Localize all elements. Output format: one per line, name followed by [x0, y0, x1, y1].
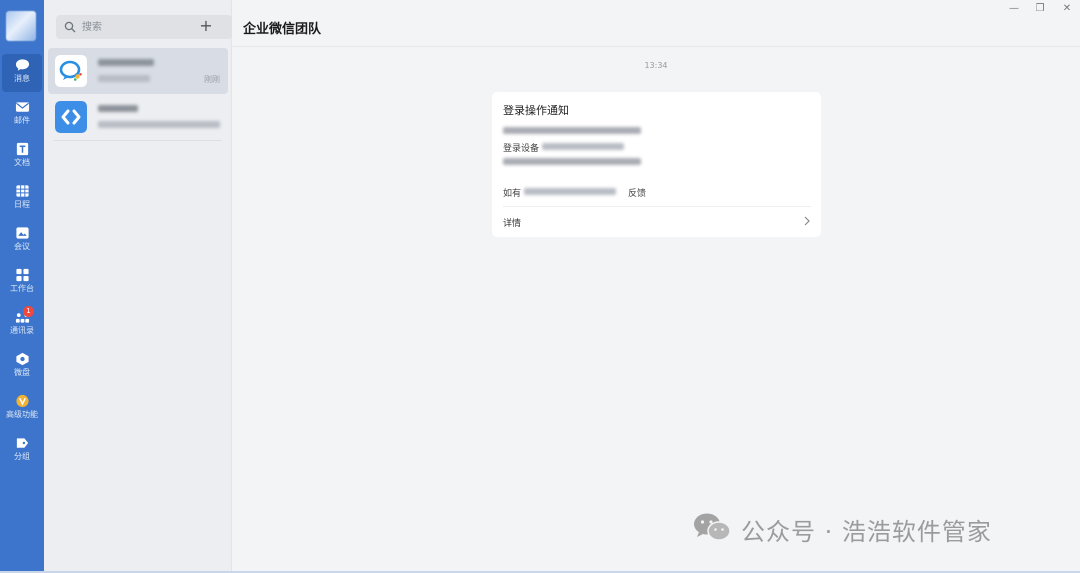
search-icon — [64, 21, 76, 33]
mail-icon — [15, 102, 29, 112]
rail-label: 文档 — [14, 158, 30, 167]
blurred-card-line — [503, 127, 641, 134]
app-link-avatar — [55, 101, 87, 133]
plus-icon: + — [199, 16, 213, 35]
rail-label: 分组 — [14, 452, 30, 461]
rail-item-workbench[interactable]: 工作台 — [2, 264, 42, 302]
user-avatar[interactable] — [6, 11, 36, 41]
conversation-time: 刚刚 — [204, 75, 220, 84]
rail-item-groups[interactable]: 分组 — [2, 432, 42, 470]
rail-label: 邮件 — [14, 116, 30, 125]
chat-header: 企业微信团队 — [232, 0, 1080, 47]
calendar-icon — [15, 185, 29, 197]
card-feedback-prefix: 如有 — [503, 189, 522, 199]
card-detail-link[interactable]: 详情 — [503, 216, 521, 229]
blurred-conversation-name — [98, 59, 154, 66]
minimize-button[interactable]: — — [1007, 3, 1021, 15]
card-feedback-link[interactable]: 反馈 — [628, 186, 646, 199]
left-nav-rail: 消息 邮件 文档 日程 会议 工作台 1 通讯录 微盘 高级功能 分组 — [0, 0, 44, 573]
document-icon — [16, 142, 28, 156]
wecom-team-avatar — [55, 55, 87, 87]
drive-icon — [15, 352, 29, 366]
vip-icon — [15, 394, 29, 408]
rail-label: 消息 — [14, 74, 30, 83]
meeting-icon — [15, 227, 29, 239]
workbench-icon — [15, 268, 29, 282]
unread-badge: 1 — [23, 306, 34, 317]
blurred-card-line — [503, 158, 641, 165]
chat-title: 企业微信团队 — [243, 22, 322, 37]
rail-item-meetings[interactable]: 会议 — [2, 222, 42, 260]
card-title: 登录操作通知 — [503, 104, 569, 117]
conversation-item[interactable]: 刚刚 — [48, 48, 228, 94]
rail-label: 工作台 — [10, 284, 34, 293]
rail-item-premium[interactable]: 高级功能 — [2, 390, 42, 428]
rail-label: 日程 — [14, 200, 30, 209]
rail-item-calendar[interactable]: 日程 — [2, 180, 42, 218]
wechat-logo-icon — [694, 513, 731, 541]
watermark-text: 公众号 · 浩浩软件管家 — [741, 518, 992, 546]
rail-item-docs[interactable]: 文档 — [2, 138, 42, 176]
chevron-right-icon — [804, 216, 810, 226]
blurred-message-preview — [98, 75, 150, 82]
rail-item-drive[interactable]: 微盘 — [2, 348, 42, 386]
rail-label: 高级功能 — [6, 410, 38, 419]
blurred-message-preview — [98, 121, 220, 128]
rail-item-contacts[interactable]: 1 通讯录 — [2, 306, 42, 344]
card-divider — [503, 206, 811, 207]
chat-area: 企业微信团队 — ❐ ✕ 13:34 登录操作通知 登录设备 如有 反馈 详情 … — [232, 0, 1080, 573]
login-notification-card[interactable]: 登录操作通知 登录设备 如有 反馈 详情 — [492, 92, 821, 237]
list-divider — [54, 140, 222, 141]
chat-bubble-icon — [15, 59, 29, 71]
blurred-card-value — [542, 143, 624, 150]
rail-item-messages[interactable]: 消息 — [2, 54, 42, 92]
blurred-conversation-name — [98, 105, 138, 112]
add-button[interactable]: + — [194, 15, 218, 39]
rail-label: 微盘 — [14, 368, 30, 377]
message-timestamp: 13:34 — [644, 61, 668, 70]
group-tag-icon — [16, 438, 28, 448]
rail-label: 会议 — [14, 242, 30, 251]
restore-button[interactable]: ❐ — [1033, 3, 1047, 15]
blurred-card-value — [524, 188, 616, 195]
close-button[interactable]: ✕ — [1060, 3, 1074, 15]
card-line-device-label: 登录设备 — [503, 144, 540, 154]
conversation-list-pane: + 刚刚 — [44, 0, 232, 573]
rail-label: 通讯录 — [10, 326, 34, 335]
conversation-item[interactable] — [48, 94, 228, 140]
rail-item-mail[interactable]: 邮件 — [2, 96, 42, 134]
